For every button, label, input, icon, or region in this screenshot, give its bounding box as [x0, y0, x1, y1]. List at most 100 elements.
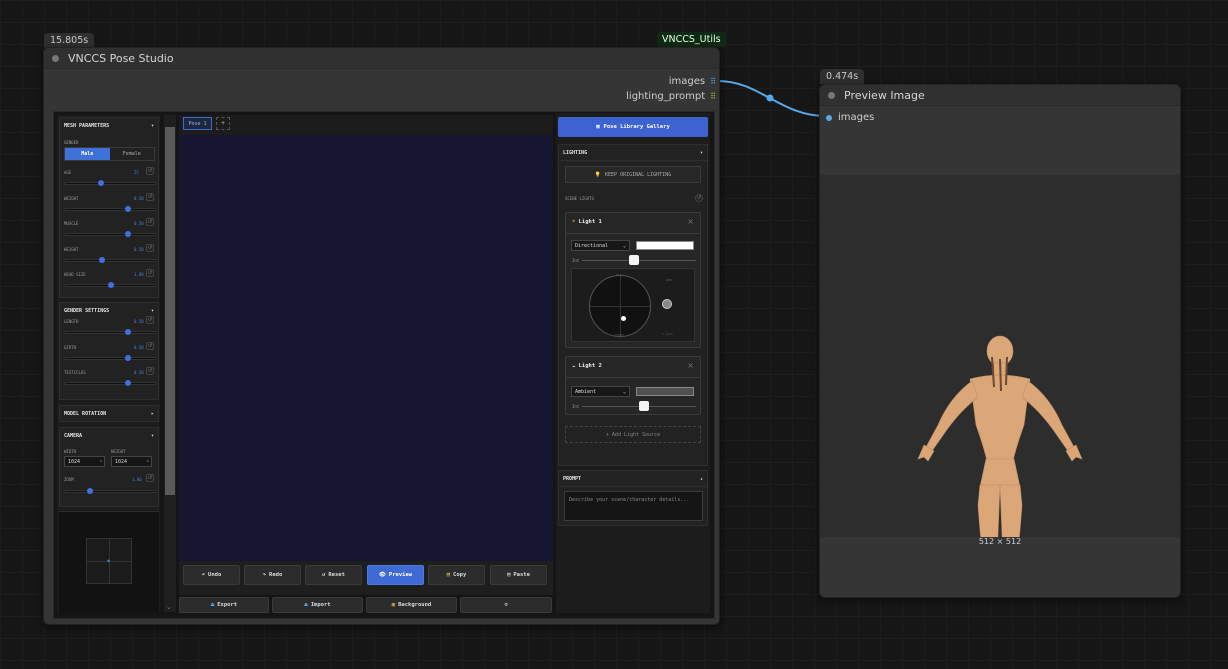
- light-type-select[interactable]: Ambient ⌄: [571, 386, 630, 397]
- tab-pose-1[interactable]: Pose 1: [183, 117, 212, 130]
- output-lighting-prompt[interactable]: lighting_prompt ⠿: [626, 91, 716, 102]
- reset-icon[interactable]: ↺: [146, 341, 154, 350]
- slider-track[interactable]: [64, 354, 156, 361]
- slider-knob[interactable]: [628, 255, 639, 265]
- collapse-dot[interactable]: [52, 54, 59, 62]
- paste-button[interactable]: ▤ Paste: [490, 565, 547, 585]
- close-icon[interactable]: ×: [687, 217, 694, 226]
- execution-time-badge: 15.805s: [44, 33, 95, 48]
- slider-knob[interactable]: [125, 205, 132, 212]
- light-color-swatch[interactable]: [636, 241, 694, 250]
- section-header[interactable]: MESH PARAMETERS ▾: [60, 118, 158, 134]
- reset-icon[interactable]: ↺: [146, 474, 154, 482]
- slider-track[interactable]: [64, 231, 156, 237]
- slider-track[interactable]: [64, 329, 156, 335]
- output-images[interactable]: images ⠿: [669, 76, 716, 87]
- undo-button[interactable]: ↶ Undo: [183, 565, 240, 585]
- 3d-viewport[interactable]: [179, 135, 553, 561]
- height-knob[interactable]: [662, 299, 672, 309]
- slider-knob[interactable]: [86, 488, 93, 494]
- slider-knob[interactable]: [125, 354, 132, 361]
- grid-icon: ⠿: [710, 77, 716, 86]
- section-header[interactable]: LIGHTING ▾: [559, 145, 707, 161]
- intensity-slider[interactable]: [582, 401, 696, 411]
- zoom-slider[interactable]: [64, 488, 156, 494]
- slider-track[interactable]: [64, 380, 156, 386]
- camera-frame: ✦: [86, 538, 132, 584]
- scrollbar-thumb[interactable]: [165, 127, 175, 495]
- slider-knob[interactable]: [125, 231, 132, 237]
- stepper-icon: ⇅: [146, 458, 149, 463]
- chevron-down-icon: ⌄: [622, 388, 626, 395]
- reset-lights-icon[interactable]: ↺: [695, 194, 703, 202]
- chevron-down-icon: ▾: [150, 308, 154, 314]
- chevron-down-icon: ▾: [150, 433, 154, 439]
- slider-label: MUSCLE: [64, 221, 79, 226]
- left-scrollbar[interactable]: ⌄: [164, 115, 176, 612]
- reset-icon[interactable]: ↺: [146, 367, 154, 375]
- keep-original-lighting-button[interactable]: 💡 KEEP ORIGINAL LIGHTING: [565, 166, 701, 183]
- settings-button[interactable]: ⚙: [460, 597, 552, 613]
- section-header[interactable]: CAMERA ▾: [60, 428, 158, 444]
- light-title: ☁ Light 2: [572, 363, 602, 369]
- slider-value: 0.50: [134, 221, 144, 226]
- close-icon[interactable]: ×: [687, 361, 694, 370]
- slider-label: LENGTH: [64, 319, 79, 324]
- slider-track[interactable]: [64, 282, 156, 288]
- slider-knob[interactable]: [108, 282, 114, 288]
- preview-image[interactable]: [820, 175, 1180, 596]
- light-direction-pad[interactable]: BACK FRONT Z/B X-AXIS: [571, 268, 695, 342]
- reset-icon[interactable]: ↺: [146, 167, 154, 175]
- reset-icon[interactable]: ↺: [146, 192, 154, 201]
- reset-icon[interactable]: ↺: [146, 316, 154, 324]
- gender-male-option[interactable]: Male: [65, 148, 110, 160]
- copy-button[interactable]: ▤ Copy: [428, 565, 485, 585]
- zoom-value: 1.00: [132, 477, 142, 482]
- slider-knob[interactable]: [99, 256, 106, 263]
- gender-female-option[interactable]: Female: [110, 148, 155, 160]
- node-header[interactable]: VNCCS Pose Studio: [44, 48, 719, 69]
- slider-knob[interactable]: [97, 180, 104, 186]
- export-button[interactable]: ⏏ Export: [179, 597, 269, 613]
- light-position-dot[interactable]: [621, 316, 626, 321]
- input-images[interactable]: images: [826, 112, 874, 123]
- add-light-source-button[interactable]: + Add Light Source: [565, 426, 701, 443]
- import-icon: ⏏: [304, 602, 308, 608]
- section-header[interactable]: PROMPT ▴: [559, 471, 707, 487]
- direction-sphere[interactable]: [589, 275, 651, 337]
- slider-track[interactable]: [64, 256, 156, 263]
- section-header[interactable]: GENDER SETTINGS ▾: [60, 303, 158, 319]
- reset-button[interactable]: ↺ Reset: [305, 565, 362, 585]
- add-tab-button[interactable]: +: [216, 117, 230, 130]
- slider-value: 0.50: [134, 370, 144, 375]
- preview-image-node[interactable]: Preview Image images 512 × 512: [819, 84, 1181, 598]
- slider-knob[interactable]: [125, 329, 132, 335]
- preview-button[interactable]: 👁 Preview: [367, 565, 424, 585]
- slider-knob[interactable]: [125, 380, 132, 386]
- collapse-dot[interactable]: [828, 91, 835, 99]
- node-header[interactable]: Preview Image: [820, 85, 1180, 106]
- slider-track[interactable]: [64, 180, 156, 186]
- slider-knob[interactable]: [639, 401, 650, 411]
- reset-icon[interactable]: ↺: [146, 243, 154, 252]
- import-button[interactable]: ⏏ Import: [272, 597, 363, 613]
- redo-button[interactable]: ↷ Redo: [244, 565, 301, 585]
- model-rotation-section[interactable]: MODEL ROTATION ▸: [59, 405, 159, 422]
- prompt-textarea[interactable]: Describe your scene/character details...: [564, 491, 703, 521]
- slider-label: GIRTH: [64, 344, 77, 350]
- width-input[interactable]: 1024 ⇅: [64, 456, 105, 467]
- image-resolution: 512 × 512: [978, 537, 1022, 546]
- slider-track[interactable]: [64, 205, 156, 212]
- input-socket[interactable]: [826, 114, 832, 121]
- intensity-slider[interactable]: [582, 255, 696, 265]
- height-input[interactable]: 1024 ⇅: [111, 456, 152, 467]
- pose-library-gallery-button[interactable]: ▦ Pose Library Gallery: [558, 117, 708, 137]
- background-button[interactable]: ▣ Background: [366, 597, 457, 613]
- reset-icon[interactable]: ↺: [146, 269, 154, 277]
- camera-preview[interactable]: ✦: [59, 511, 159, 612]
- scroll-down-icon[interactable]: ⌄: [166, 603, 172, 611]
- light-color-swatch[interactable]: [636, 387, 694, 396]
- light-type-select[interactable]: Directional ⌄: [571, 240, 630, 251]
- reset-icon[interactable]: ↺: [146, 218, 154, 226]
- redo-icon: ↷: [262, 572, 267, 578]
